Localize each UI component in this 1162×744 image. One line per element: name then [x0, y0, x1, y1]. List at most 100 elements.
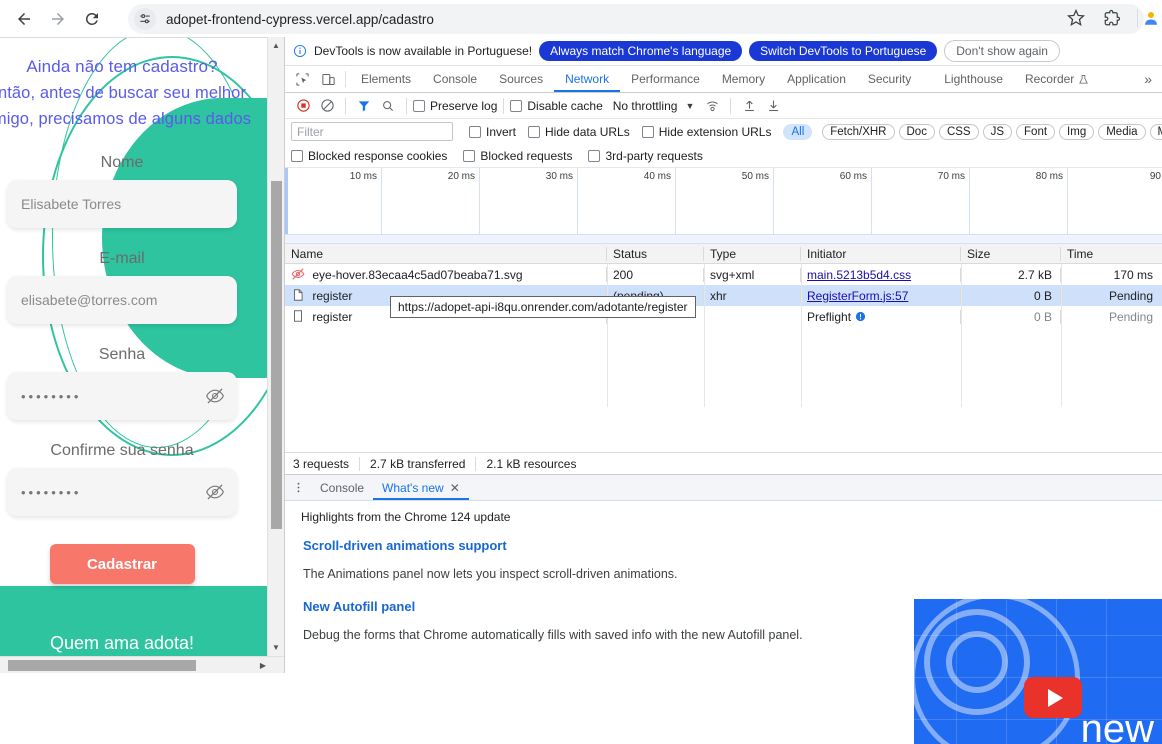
filter-type-media[interactable]: Media	[1098, 124, 1145, 140]
record-network-log-button[interactable]	[291, 94, 315, 118]
filter-type-img[interactable]: Img	[1059, 124, 1094, 140]
youtube-play-icon	[1048, 689, 1063, 707]
overview-tick-80ms: 80 ms	[1036, 171, 1063, 182]
clear-network-log-button[interactable]	[315, 94, 339, 118]
blocked-requests-checkbox[interactable]: Blocked requests	[463, 149, 572, 163]
horizontal-scroll-thumb[interactable]	[8, 660, 196, 671]
preserve-log-label: Preserve log	[430, 99, 497, 113]
extensions-button[interactable]	[1098, 4, 1126, 32]
input-senha-wrapper[interactable]: ••••••••	[7, 372, 237, 420]
blocked-requests-label: Blocked requests	[480, 149, 572, 163]
bookmark-star-button[interactable]	[1062, 4, 1090, 32]
eye-slash-toggle-confirme-icon[interactable]	[205, 482, 225, 502]
request-initiator-cell[interactable]: main.5213b5d4.css	[801, 268, 961, 282]
search-network-button[interactable]	[376, 94, 400, 118]
input-confirme-senha-wrapper[interactable]: ••••••••	[7, 468, 237, 516]
column-header-time[interactable]: Time	[1061, 247, 1161, 261]
profile-avatar-icon[interactable]	[1142, 9, 1160, 27]
column-header-size[interactable]: Size	[961, 247, 1061, 261]
preserve-log-checkbox[interactable]: Preserve log	[413, 99, 497, 113]
filter-type-all[interactable]: All	[783, 124, 812, 140]
input-email-wrapper[interactable]	[7, 276, 237, 324]
tab-network[interactable]: Network	[554, 66, 620, 92]
tab-console[interactable]: Console	[422, 66, 488, 92]
site-info-tune-icon[interactable]	[134, 8, 156, 30]
youtube-play-button[interactable]	[1024, 677, 1082, 718]
cadastrar-submit-button[interactable]: Cadastrar	[50, 544, 195, 584]
whats-new-entry-title[interactable]: Scroll-driven animations support	[303, 538, 1144, 553]
hide-extension-urls-checkbox[interactable]: Hide extension URLs	[642, 125, 772, 139]
request-initiator-cell[interactable]: RegisterForm.js:57	[801, 289, 961, 303]
page-horizontal-scrollbar[interactable]: ▶	[0, 656, 284, 673]
more-tabs-button[interactable]: »	[1134, 66, 1162, 92]
toolbar-divider	[1137, 9, 1138, 27]
tab-security[interactable]: Security	[857, 66, 922, 92]
record-stop-icon	[296, 98, 311, 113]
blocked-response-cookies-checkbox[interactable]: Blocked response cookies	[291, 149, 447, 163]
input-senha[interactable]: ••••••••	[7, 389, 81, 404]
dont-show-again-button[interactable]: Don't show again	[944, 40, 1060, 62]
info-help-circle-icon[interactable]	[855, 311, 866, 322]
table-row[interactable]: eye-hover.83ecaa4c5ad07beaba71.svg 200 s…	[285, 264, 1162, 285]
tab-sources[interactable]: Sources	[488, 66, 554, 92]
experiment-flask-icon	[1078, 74, 1089, 85]
filter-type-fetch-xhr[interactable]: Fetch/XHR	[822, 124, 894, 140]
drawer-more-options-button[interactable]	[285, 475, 311, 500]
filter-type-manifest[interactable]: Manifest	[1150, 124, 1162, 140]
column-header-status[interactable]: Status	[607, 247, 704, 261]
tab-elements[interactable]: Elements	[350, 66, 422, 92]
close-x-icon[interactable]: ✕	[450, 481, 460, 495]
always-match-language-button[interactable]: Always match Chrome's language	[539, 41, 742, 61]
hide-data-urls-checkbox[interactable]: Hide data URLs	[528, 125, 630, 139]
tab-recorder[interactable]: Recorder	[1014, 66, 1100, 92]
tab-application[interactable]: Application	[776, 66, 857, 92]
filter-type-js[interactable]: JS	[983, 124, 1012, 140]
request-initiator-cell[interactable]: Preflight	[801, 310, 961, 324]
input-nome-wrapper[interactable]	[7, 180, 237, 228]
throttling-dropdown[interactable]: No throttling ▼	[613, 99, 695, 113]
drawer-tab-console[interactable]: Console	[311, 475, 373, 500]
network-filter-row: Invert Hide data URLs Hide extension URL…	[285, 119, 1162, 144]
toggle-filter-button[interactable]	[352, 94, 376, 118]
import-har-button[interactable]	[737, 94, 761, 118]
summary-resources: 2.1 kB resources	[476, 457, 586, 471]
inspect-element-button[interactable]	[289, 66, 315, 92]
initiator-link[interactable]: RegisterForm.js:57	[807, 289, 908, 303]
disable-cache-checkbox[interactable]: Disable cache	[510, 99, 602, 113]
back-button[interactable]	[10, 5, 38, 33]
tab-lighthouse[interactable]: Lighthouse	[922, 66, 1014, 92]
input-email[interactable]	[7, 276, 237, 324]
network-request-table: Name Status Type Initiator Size Time eye…	[285, 244, 1162, 407]
switch-devtools-language-button[interactable]: Switch DevTools to Portuguese	[749, 41, 937, 61]
input-nome[interactable]	[7, 180, 237, 228]
hide-extension-urls-label: Hide extension URLs	[659, 125, 772, 139]
whats-new-video-thumbnail[interactable]: new	[914, 599, 1162, 744]
tab-performance[interactable]: Performance	[620, 66, 711, 92]
column-header-type[interactable]: Type	[704, 247, 801, 261]
column-header-name[interactable]: Name	[285, 247, 607, 261]
network-overview-timeline[interactable]: 10 ms 20 ms 30 ms 40 ms 50 ms 60 ms 70 m…	[285, 168, 1162, 244]
filter-input[interactable]	[291, 122, 453, 141]
initiator-link[interactable]: main.5213b5d4.css	[807, 268, 911, 282]
forward-button[interactable]	[44, 5, 72, 33]
address-bar[interactable]: adopet-frontend-cypress.vercel.app/cadas…	[128, 4, 1144, 34]
input-confirme-senha[interactable]: ••••••••	[7, 485, 81, 500]
eye-slash-toggle-senha-icon[interactable]	[205, 386, 225, 406]
invert-checkbox[interactable]: Invert	[469, 125, 516, 139]
column-header-initiator[interactable]: Initiator	[801, 247, 961, 261]
export-har-button[interactable]	[761, 94, 785, 118]
tab-memory[interactable]: Memory	[711, 66, 776, 92]
scroll-down-arrow-icon[interactable]: ▼	[268, 639, 284, 656]
network-conditions-button[interactable]	[700, 94, 724, 118]
request-url-tooltip: https://adopet-api-i8qu.onrender.com/ado…	[390, 296, 696, 318]
third-party-requests-checkbox[interactable]: 3rd-party requests	[588, 149, 702, 163]
drawer-tab-whats-new[interactable]: What's new ✕	[373, 475, 469, 500]
device-toolbar-toggle-button[interactable]	[315, 66, 341, 92]
filter-type-css[interactable]: CSS	[939, 124, 979, 140]
filter-type-font[interactable]: Font	[1016, 124, 1055, 140]
filter-type-doc[interactable]: Doc	[899, 124, 935, 140]
scroll-right-arrow-icon[interactable]: ▶	[260, 657, 266, 674]
vertical-scroll-thumb[interactable]	[271, 181, 282, 529]
request-name-cell[interactable]: eye-hover.83ecaa4c5ad07beaba71.svg	[285, 267, 607, 282]
reload-button[interactable]	[78, 5, 106, 33]
